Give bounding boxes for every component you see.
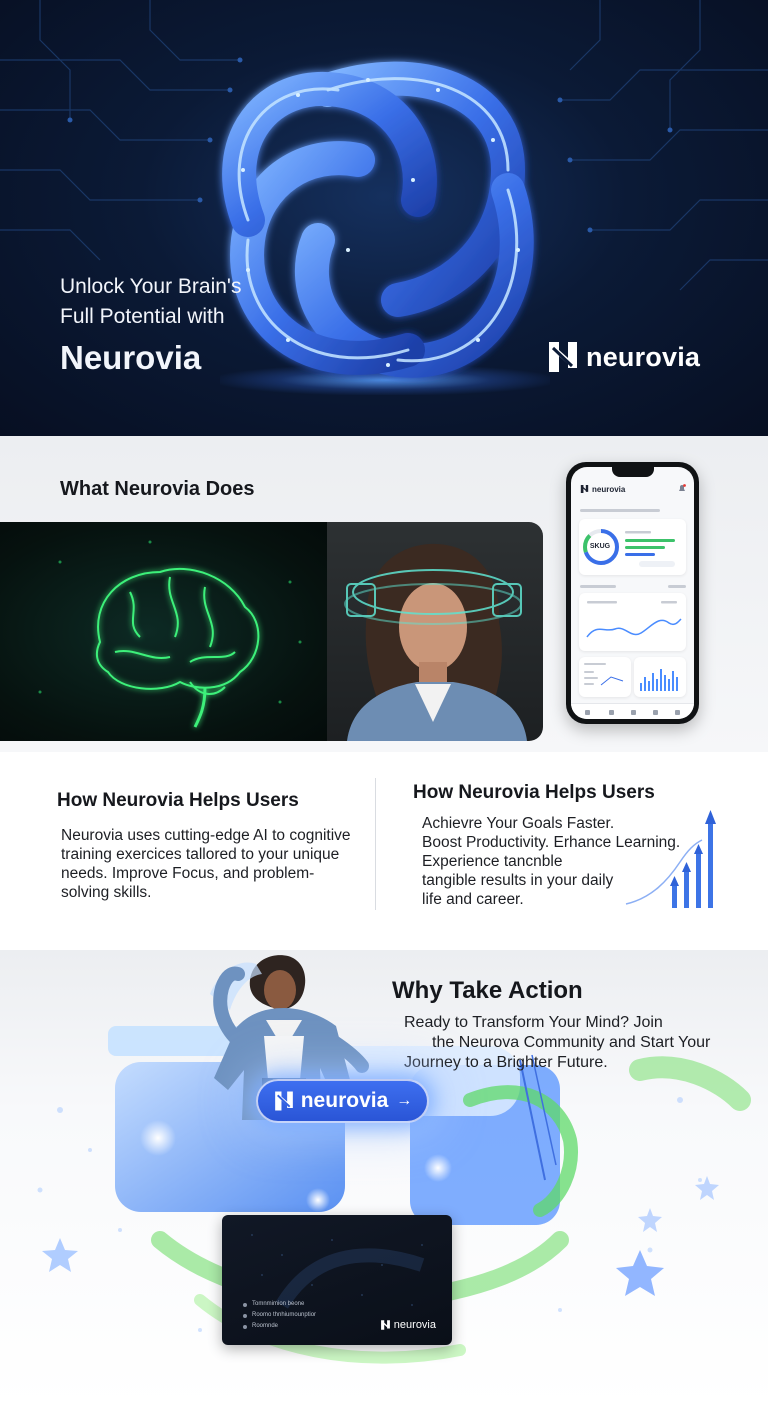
action-section: Why Take Action Ready to Transform Your … — [0, 950, 768, 1408]
hero-section: Unlock Your Brain's Full Potential with … — [0, 0, 768, 436]
bar-chart-icon — [640, 669, 678, 691]
how-section: How Neurovia Helps Users Neurovia uses c… — [0, 752, 768, 950]
promo-list: Tomnmimion beone Roomo thnhiumounptior R… — [243, 1299, 316, 1332]
action-line: Journey to a Brighter Future. — [404, 1054, 608, 1071]
hero-title: Unlock Your Brain's Full Potential with … — [60, 272, 320, 381]
column-divider — [375, 778, 376, 910]
brain-image — [0, 522, 327, 741]
trend-line-icon — [586, 601, 682, 638]
promo-list-item: Roomnde — [243, 1321, 316, 1332]
growth-arrows-icon — [625, 810, 716, 908]
phone-screen: neurovia SKUG — [571, 467, 694, 719]
bullet-icon — [243, 1302, 247, 1307]
phone-subtitle-placeholder — [580, 509, 660, 515]
user-portrait-icon — [344, 543, 527, 741]
how-left-title: How Neurovia Helps Users — [57, 790, 299, 811]
what-section: What Neurovia Does neurovia SKUG — [0, 436, 768, 752]
phone-mockup: neurovia SKUG — [566, 462, 699, 724]
bullet-icon — [243, 1313, 247, 1318]
how-right-title: How Neurovia Helps Users — [413, 782, 655, 803]
phone-bottom-nav — [571, 703, 694, 719]
promo-logo: neurovia — [380, 1319, 436, 1331]
promo-item-text: Roomnde — [252, 1323, 279, 1329]
gauge-label: SKUG — [589, 543, 611, 550]
neurovia-cta-button[interactable]: neurovia → — [256, 1079, 429, 1123]
neurovia-logo-icon — [549, 342, 577, 372]
phone-section-header — [580, 585, 687, 592]
promo-card[interactable]: Tomnmimion beone Roomo thnhiumounptior R… — [222, 1215, 452, 1345]
phone-header: neurovia — [580, 484, 625, 494]
promo-list-item: Roomo thnhiumounptior — [243, 1310, 316, 1321]
action-line: Ready to Transform Your Mind? Join — [404, 1014, 663, 1031]
neurovia-logo-icon — [580, 485, 589, 493]
promo-logo-text: neurovia — [393, 1319, 436, 1331]
what-title: What Neurovia Does — [60, 478, 255, 500]
hero-title-line-1: Unlock Your Brain's — [60, 275, 242, 298]
how-left-body: Neurovia uses cutting-edge AI to cogniti… — [61, 827, 351, 901]
hero-title-line-2: Full Potential with — [60, 305, 225, 328]
neurovia-logo-icon — [274, 1091, 293, 1111]
hero-logo-text: neurovia — [586, 341, 701, 372]
arrow-right-icon: → — [396, 1092, 413, 1109]
hero-brand-name: Neurovia — [60, 339, 202, 376]
brain-icon — [38, 540, 302, 728]
cta-label: neurovia — [300, 1089, 389, 1112]
hero-logo: neurovia — [546, 338, 700, 376]
trend-chart-card[interactable] — [579, 593, 686, 651]
notification-bell-icon[interactable] — [678, 484, 686, 493]
action-body: Ready to Transform Your Mind? Join the N… — [404, 1013, 744, 1073]
promo-item-text: Roomo thnhiumounptior — [252, 1312, 317, 1318]
action-title: Why Take Action — [392, 977, 583, 1004]
neurovia-logo-icon — [380, 1320, 390, 1330]
bar-chart-card[interactable] — [634, 657, 686, 697]
phone-brand: neurovia — [592, 484, 626, 494]
promo-item-text: Tomnmimion beone — [252, 1301, 305, 1307]
bullet-icon — [243, 1324, 247, 1329]
user-headset-image — [327, 522, 543, 741]
action-line: the Neurova Community and Start Your — [432, 1034, 711, 1051]
phone-notch — [612, 467, 654, 477]
promo-list-item: Tomnmimion beone — [243, 1299, 316, 1310]
stats-card[interactable] — [579, 657, 631, 697]
